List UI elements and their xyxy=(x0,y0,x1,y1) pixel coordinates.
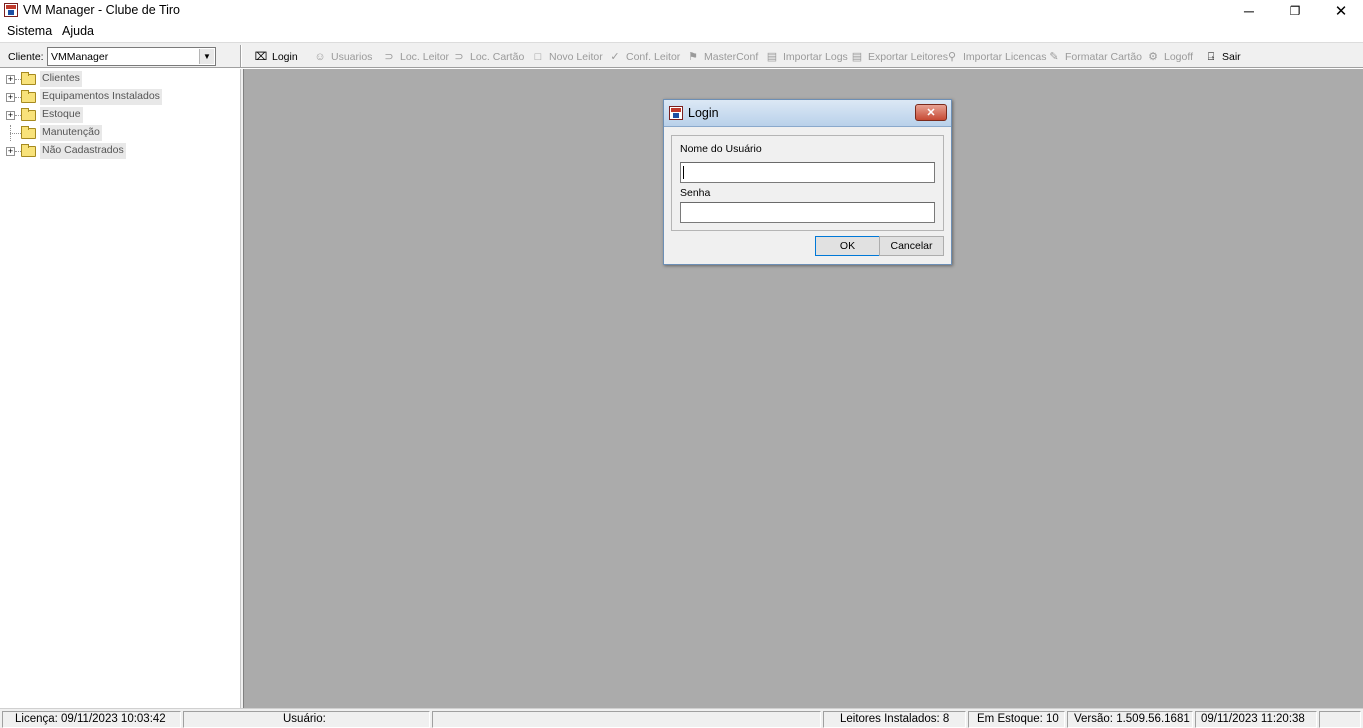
cliente-value: VMManager xyxy=(51,51,109,63)
login-icon: ⌧ xyxy=(254,50,268,63)
status-license: Licença: 09/11/2023 10:03:42 xyxy=(2,711,181,728)
formatar-cartao-button[interactable]: ✎ Formatar Cartão xyxy=(1047,48,1142,65)
tree-node-nao-cadastrados[interactable]: + Não Cadastrados xyxy=(0,143,240,159)
minimize-button[interactable]: ─ xyxy=(1226,0,1272,22)
format-card-icon: ✎ xyxy=(1049,50,1059,63)
importar-logs-button-label: Importar Logs xyxy=(783,50,848,63)
tree-node-label[interactable]: Clientes xyxy=(40,71,82,87)
masterconf-button-label: MasterConf xyxy=(704,50,759,63)
logoff-button[interactable]: ⚙ Logoff xyxy=(1146,48,1193,65)
locate-reader-icon: ⊃ xyxy=(384,50,394,63)
loc-cartao-button-label: Loc. Cartão xyxy=(470,50,525,63)
folder-icon xyxy=(21,90,36,103)
expand-icon[interactable]: + xyxy=(6,147,15,156)
tree-node-estoque[interactable]: + Estoque xyxy=(0,107,240,123)
import-licenses-icon: ⚲ xyxy=(947,50,957,63)
username-label: Nome do Usuário xyxy=(680,143,762,155)
tree-node-equipamentos-instalados[interactable]: + Equipamentos Instalados xyxy=(0,89,240,105)
masterconf-button[interactable]: ⚑ MasterConf xyxy=(686,48,758,65)
expand-icon[interactable]: + xyxy=(6,75,15,84)
text-caret xyxy=(683,166,684,179)
status-resize-grip[interactable] xyxy=(1319,711,1361,728)
app-icon xyxy=(669,106,683,120)
formatar-cartao-button-label: Formatar Cartão xyxy=(1065,50,1143,63)
logoff-icon: ⚙ xyxy=(1148,50,1158,63)
new-reader-icon: □ xyxy=(534,50,542,63)
tree-connector xyxy=(10,133,21,134)
tree-node-label[interactable]: Não Cadastrados xyxy=(40,143,126,159)
folder-icon xyxy=(21,72,36,85)
status-installed-readers: Leitores Instalados: 8 xyxy=(823,711,966,728)
chevron-down-icon[interactable]: ▼ xyxy=(199,49,214,64)
conf-leitor-button[interactable]: ✓ Conf. Leitor xyxy=(608,48,680,65)
toolbar: Cliente: VMManager ▼ ⌧ Login ☺ Usuarios … xyxy=(0,42,1363,68)
users-icon: ☺ xyxy=(314,50,326,63)
window-titlebar: VM Manager - Clube de Tiro ─ ❐ ✕ xyxy=(0,0,1363,22)
novo-leitor-button[interactable]: □ Novo Leitor xyxy=(531,48,603,65)
tree-node-manutencao[interactable]: Manutenção xyxy=(0,125,240,141)
cliente-label: Cliente: xyxy=(8,51,44,63)
status-user: Usuário: xyxy=(183,711,430,728)
expand-icon[interactable]: + xyxy=(6,111,15,120)
menu-ajuda[interactable]: Ajuda xyxy=(62,24,94,38)
login-button[interactable]: ⌧ Login xyxy=(254,48,298,65)
novo-leitor-button-label: Novo Leitor xyxy=(549,50,603,63)
exit-door-icon: ⍈ xyxy=(1207,50,1215,63)
usuarios-button[interactable]: ☺ Usuarios xyxy=(313,48,372,65)
tree-node-label[interactable]: Manutenção xyxy=(40,125,102,141)
usuarios-button-label: Usuarios xyxy=(331,50,373,63)
tree-node-label[interactable]: Equipamentos Instalados xyxy=(40,89,162,105)
dialog-titlebar[interactable]: Login ✕ xyxy=(664,100,951,127)
cancel-button[interactable]: Cancelar xyxy=(879,236,944,256)
login-button-label: Login xyxy=(272,50,298,63)
close-button[interactable]: ✕ xyxy=(1318,0,1363,22)
folder-icon xyxy=(21,108,36,121)
masterconf-icon: ⚑ xyxy=(688,50,698,63)
menu-bar: Sistema Ajuda xyxy=(0,22,1363,42)
login-fields-group: Nome do Usuário Senha xyxy=(671,135,944,231)
restore-button[interactable]: ❐ xyxy=(1272,0,1318,22)
menu-sistema[interactable]: Sistema xyxy=(7,24,52,38)
sair-button-label: Sair xyxy=(1222,50,1241,63)
toolbar-separator xyxy=(240,45,242,67)
configure-reader-icon: ✓ xyxy=(610,50,620,63)
password-field[interactable] xyxy=(680,202,935,223)
loc-leitor-button[interactable]: ⊃ Loc. Leitor xyxy=(382,48,449,65)
dialog-close-button[interactable]: ✕ xyxy=(915,104,947,121)
window-title: VM Manager - Clube de Tiro xyxy=(23,3,181,17)
sair-button[interactable]: ⍈ Sair xyxy=(1204,48,1241,65)
exportar-leitores-button[interactable]: ▤ Exportar Leitores xyxy=(850,48,948,65)
folder-icon xyxy=(21,126,36,139)
tree-node-label[interactable]: Estoque xyxy=(40,107,83,123)
importar-licencas-button[interactable]: ⚲ Importar Licencas xyxy=(945,48,1046,65)
export-readers-icon: ▤ xyxy=(851,50,863,63)
loc-leitor-button-label: Loc. Leitor xyxy=(400,50,450,63)
importar-logs-button[interactable]: ▤ Importar Logs xyxy=(765,48,848,65)
login-dialog: Login ✕ Nome do Usuário Senha OK Cancela… xyxy=(663,99,952,265)
status-in-stock: Em Estoque: 10 xyxy=(968,711,1065,728)
status-version: Versão: 1.509.56.1681 xyxy=(1067,711,1193,728)
dialog-title: Login xyxy=(688,106,719,120)
loc-cartao-button[interactable]: ⊃ Loc. Cartão xyxy=(452,48,524,65)
status-empty-panel xyxy=(432,711,821,728)
exportar-leitores-button-label: Exportar Leitores xyxy=(868,50,948,63)
importar-licencas-button-label: Importar Licencas xyxy=(963,50,1047,63)
tree-panel: + Clientes + Equipamentos Instalados + E… xyxy=(0,69,240,708)
import-logs-icon: ▤ xyxy=(766,50,778,63)
conf-leitor-button-label: Conf. Leitor xyxy=(626,50,681,63)
locate-card-icon: ⊃ xyxy=(454,50,464,63)
ok-button[interactable]: OK xyxy=(815,236,880,256)
status-datetime: 09/11/2023 11:20:38 xyxy=(1195,711,1317,728)
status-bar: Licença: 09/11/2023 10:03:42 Usuário: Le… xyxy=(0,708,1363,728)
cliente-select[interactable]: VMManager ▼ xyxy=(47,47,216,66)
username-field[interactable] xyxy=(680,162,935,183)
app-icon xyxy=(4,3,18,17)
logoff-button-label: Logoff xyxy=(1164,50,1194,63)
tree-node-clientes[interactable]: + Clientes xyxy=(0,71,240,87)
folder-icon xyxy=(21,144,36,157)
password-label: Senha xyxy=(680,187,711,199)
expand-icon[interactable]: + xyxy=(6,93,15,102)
